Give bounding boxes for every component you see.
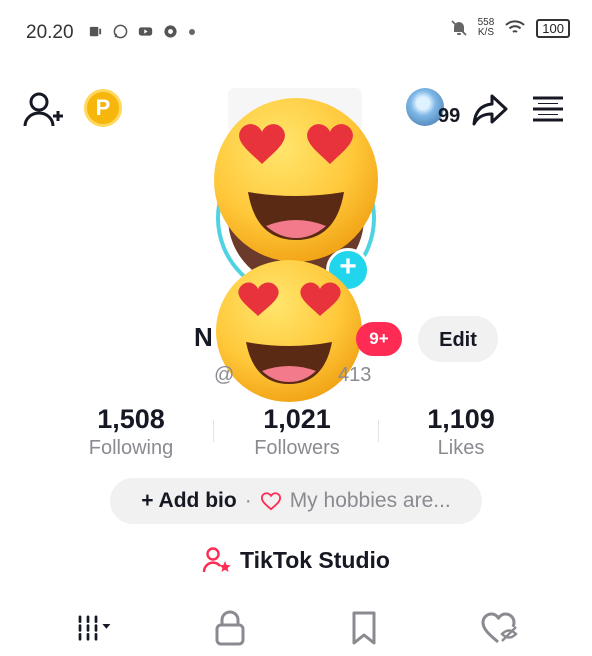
following-stat[interactable]: 1,508 Following — [56, 404, 206, 460]
grid-tab-icon — [78, 615, 111, 641]
following-count: 1,508 — [97, 404, 165, 434]
edit-profile-button[interactable]: Edit — [418, 316, 498, 362]
followers-stat[interactable]: 1,021 Followers — [222, 404, 372, 460]
followers-label: Followers — [254, 437, 340, 459]
following-label: Following — [88, 437, 174, 459]
add-bio-label: + Add bio — [141, 489, 237, 512]
coin-icon[interactable]: P — [84, 89, 122, 127]
status-notification-icons — [88, 24, 196, 39]
notification-badge[interactable]: 9+ — [356, 322, 402, 356]
tiktok-studio-link[interactable]: TikTok Studio — [0, 546, 592, 574]
bio-button[interactable]: + Add bio · My hobbies are... — [110, 478, 482, 524]
handle-suffix: 413 — [338, 364, 372, 386]
followers-count: 1,021 — [263, 404, 331, 434]
status-right: 558 K/S 100 — [450, 18, 570, 38]
heart-eyes-emoji-icon — [214, 98, 378, 262]
bio-separator: · — [244, 489, 252, 512]
chrome-icon — [164, 25, 177, 38]
add-friend-icon[interactable] — [22, 90, 66, 130]
story-count[interactable]: 99 — [438, 105, 460, 128]
stat-divider — [378, 420, 379, 442]
tab-liked[interactable] — [480, 610, 520, 646]
studio-person-star-icon — [202, 547, 231, 573]
youtube-icon — [138, 27, 153, 36]
status-time: 20.20 — [26, 22, 74, 43]
tab-private[interactable] — [210, 610, 250, 646]
share-icon[interactable] — [470, 90, 510, 130]
lock-icon — [215, 610, 245, 646]
tiktok-studio-label: TikTok Studio — [240, 546, 390, 573]
handle-prefix: @ — [214, 364, 235, 386]
heart-outline-icon — [260, 492, 281, 511]
wifi-icon — [505, 20, 525, 33]
tab-saved[interactable] — [344, 610, 384, 646]
hobby-placeholder: My hobbies are... — [289, 489, 451, 512]
stat-divider — [213, 420, 214, 442]
mute-bell-icon — [450, 20, 467, 36]
bookmark-icon — [352, 611, 376, 645]
likes-stat[interactable]: 1,109 Likes — [386, 404, 536, 460]
profile-name: N — [194, 322, 213, 352]
net-speed-unit: K/S — [477, 27, 495, 38]
menu-icon[interactable] — [530, 94, 566, 124]
likes-label: Likes — [437, 437, 485, 459]
hidden-heart-icon — [481, 612, 518, 644]
dot-icon — [189, 28, 195, 35]
whatsapp-icon — [113, 24, 128, 39]
net-speed: 558 K/S — [478, 18, 495, 38]
sim-icon — [89, 26, 102, 37]
tab-videos[interactable] — [76, 610, 116, 646]
likes-count: 1,109 — [427, 404, 495, 434]
battery-indicator: 100 — [536, 18, 570, 38]
